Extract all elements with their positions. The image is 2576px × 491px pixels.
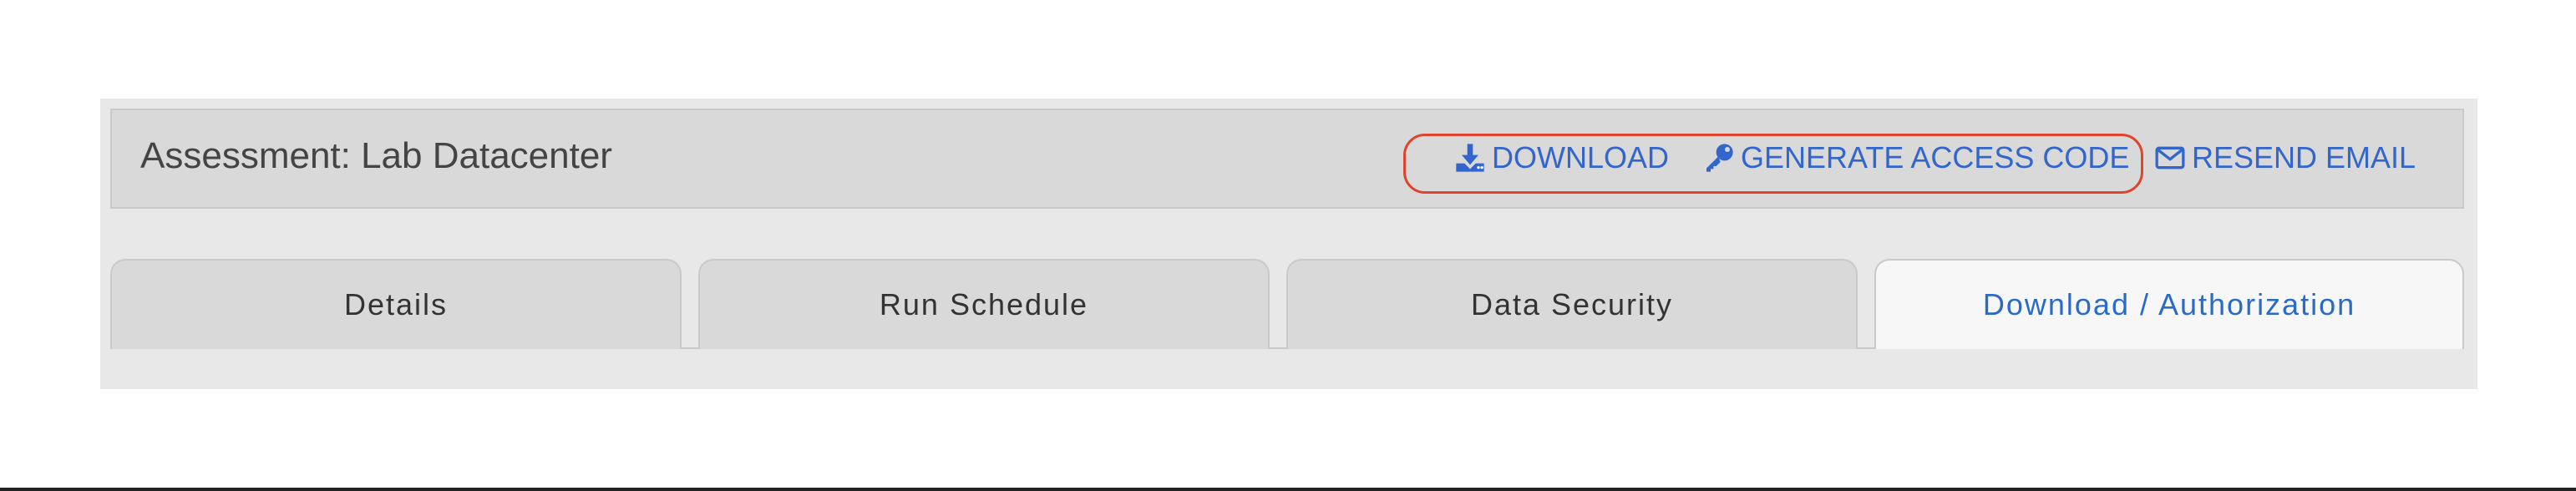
tab-data-security-label: Data Security [1470, 287, 1674, 321]
resend-email-button[interactable]: RESEND EMAIL [2153, 140, 2416, 175]
assessment-header: Assessment: Lab Datacenter DOWNLOAD GENE… [110, 109, 2464, 209]
tab-download-authorization[interactable]: Download / Authorization [1874, 259, 2464, 349]
envelope-icon [2153, 141, 2187, 175]
tab-run-schedule-label: Run Schedule [879, 287, 1089, 321]
download-icon [1453, 141, 1487, 175]
generate-access-code-button[interactable]: GENERATE ACCESS CODE [1702, 140, 2129, 175]
tab-download-authorization-label: Download / Authorization [1982, 287, 2356, 321]
key-icon [1702, 141, 1736, 175]
page: Assessment: Lab Datacenter DOWNLOAD GENE… [0, 0, 2576, 491]
bottom-border [0, 488, 2576, 491]
download-label: DOWNLOAD [1492, 140, 1670, 175]
tab-details[interactable]: Details [110, 259, 682, 349]
tab-run-schedule[interactable]: Run Schedule [698, 259, 1270, 349]
resend-email-label: RESEND EMAIL [2192, 140, 2416, 175]
download-button[interactable]: DOWNLOAD [1453, 140, 1669, 175]
generate-access-code-label: GENERATE ACCESS CODE [1741, 140, 2130, 175]
tab-data-security[interactable]: Data Security [1286, 259, 1858, 349]
tab-details-label: Details [343, 287, 449, 321]
page-title: Assessment: Lab Datacenter [140, 135, 612, 176]
assessment-panel: Assessment: Lab Datacenter DOWNLOAD GENE… [100, 99, 2477, 389]
